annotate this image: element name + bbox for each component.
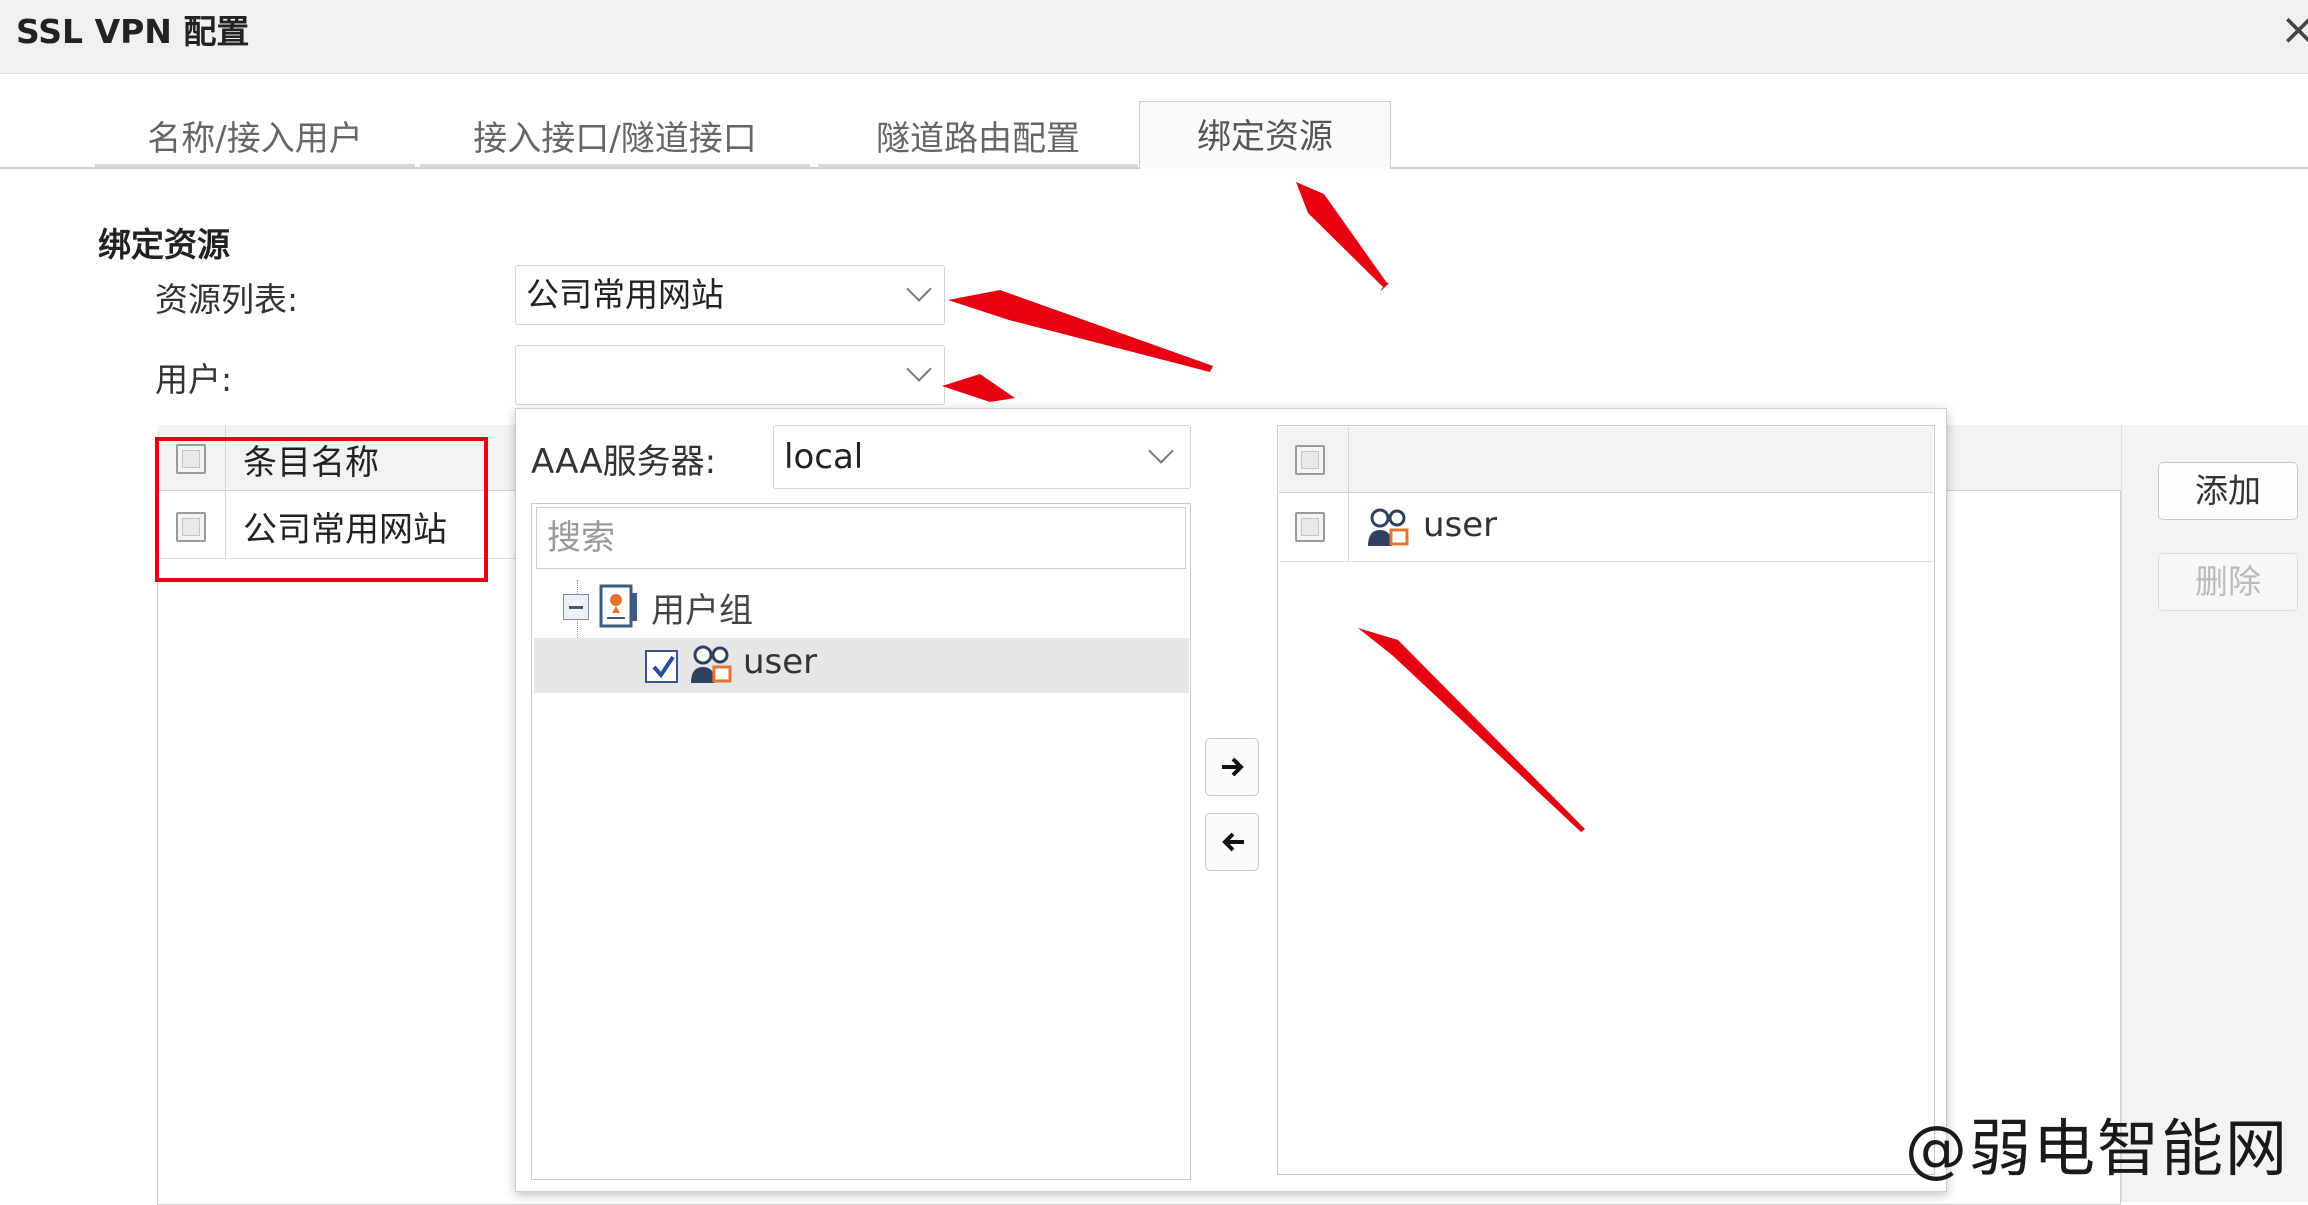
user-group-icon	[599, 584, 637, 628]
resource-list-select[interactable]: 公司常用网站	[515, 265, 945, 325]
resource-list-label: 资源列表:	[155, 280, 299, 319]
tree-row-selected[interactable]	[534, 638, 1189, 693]
title-bar	[0, 0, 2308, 74]
user-select[interactable]	[515, 345, 945, 405]
check-icon	[652, 655, 675, 679]
watermark: @弱电智能网	[1905, 1112, 2290, 1185]
chevron-down-icon	[906, 356, 932, 382]
tab-name-access-user[interactable]: 名称/接入用户	[95, 111, 415, 167]
section-title: 绑定资源	[98, 225, 230, 264]
tree-user-label: user	[743, 642, 818, 682]
user-icon	[691, 645, 732, 683]
user-icon	[1368, 508, 1409, 546]
resource-list-value: 公司常用网站	[526, 275, 724, 314]
aaa-server-label: AAA服务器:	[531, 442, 717, 482]
selected-user-label: user	[1423, 505, 1498, 545]
tab-tunnel-route[interactable]: 隧道路由配置	[818, 111, 1138, 167]
window-title: SSL VPN 配置	[16, 12, 250, 51]
tree-user-checkbox[interactable]	[645, 650, 678, 683]
side-button-area	[2121, 425, 2308, 1202]
move-left-button[interactable]	[1205, 813, 1259, 871]
selected-column-divider	[1348, 427, 1349, 561]
arrow-left-icon	[1222, 832, 1244, 852]
search-input[interactable]: 搜索	[536, 507, 1186, 569]
annotation-arrow	[942, 374, 1015, 402]
aaa-server-value: local	[784, 437, 864, 477]
close-icon[interactable]: ×	[2280, 4, 2308, 56]
annotation-arrow	[948, 290, 1213, 372]
tab-interface-tunnel[interactable]: 接入接口/隧道接口	[420, 111, 810, 167]
tab-bind-resource[interactable]: 绑定资源	[1139, 101, 1391, 169]
selected-select-all-checkbox[interactable]	[1295, 445, 1325, 475]
move-right-button[interactable]	[1205, 738, 1259, 796]
chevron-down-icon	[906, 276, 932, 302]
user-label: 用户:	[155, 360, 233, 399]
arrow-right-icon	[1222, 757, 1244, 777]
delete-button[interactable]: 删除	[2158, 553, 2298, 611]
chevron-down-icon	[1148, 438, 1174, 464]
checkbox-inner	[1301, 451, 1319, 469]
aaa-server-select[interactable]: local	[773, 425, 1191, 489]
collapse-minus	[569, 606, 583, 609]
annotation-box	[155, 437, 488, 582]
add-button[interactable]: 添加	[2158, 462, 2298, 520]
checkbox-inner	[1301, 518, 1319, 536]
tree-group-label[interactable]: 用户组	[651, 583, 753, 632]
annotation-arrow	[1296, 182, 1389, 292]
selected-row-divider	[1279, 561, 1933, 562]
selected-row-checkbox[interactable]	[1295, 512, 1325, 542]
selected-users-header	[1279, 427, 1933, 493]
collapse-icon[interactable]	[563, 594, 589, 620]
